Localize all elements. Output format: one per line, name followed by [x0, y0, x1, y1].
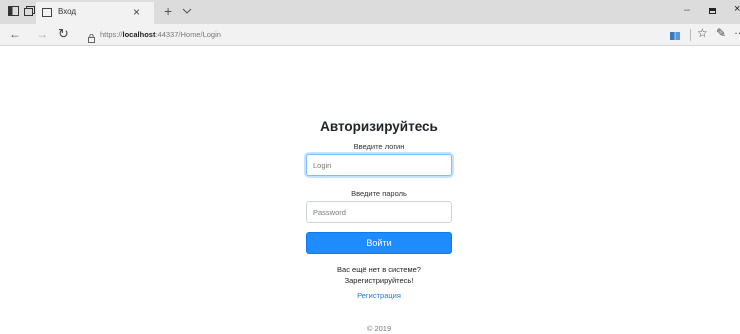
tab-title: Вход: [58, 7, 77, 16]
close-window-icon[interactable]: ×: [734, 3, 740, 15]
register-prompt-line2: Зарегистрируйтесь!: [344, 276, 414, 285]
notes-icon[interactable]: ✎: [716, 26, 726, 40]
url-path: :44337/Home/Login: [155, 30, 221, 39]
reading-view-icon[interactable]: [669, 29, 681, 41]
page-favicon-icon: [42, 8, 52, 17]
reload-icon[interactable]: ↻: [58, 26, 69, 42]
toolbar-divider: [690, 29, 691, 41]
new-tab-icon[interactable]: +: [164, 3, 172, 19]
login-input[interactable]: [306, 154, 452, 176]
tab-active[interactable]: Вход ×: [36, 2, 154, 24]
footer-copyright: © 2019: [366, 324, 392, 333]
login-label: Введите логин: [353, 142, 405, 151]
back-icon[interactable]: ←: [9, 27, 21, 41]
password-input[interactable]: [306, 201, 452, 223]
password-label: Введите пароль: [351, 189, 407, 198]
lock-icon[interactable]: [88, 30, 95, 43]
url-host: localhost: [122, 30, 156, 39]
login-form: Авторизируйтесь Введите логин Введите па…: [306, 118, 452, 333]
forward-icon[interactable]: →: [36, 27, 48, 41]
url-field[interactable]: https://localhost:44337/Home/Login: [100, 30, 221, 39]
login-button[interactable]: Войти: [306, 232, 452, 254]
tab-list-icon[interactable]: [182, 4, 192, 16]
tab-bar: Вход × + – ×: [0, 0, 740, 24]
page-title: Авторизируйтесь: [320, 119, 438, 134]
register-link[interactable]: Регистрация: [306, 291, 452, 300]
tab-aside-icon[interactable]: [24, 6, 35, 16]
minimize-icon[interactable]: –: [684, 4, 690, 16]
address-bar: ← → ↻ https://localhost:44337/Home/Login…: [0, 24, 740, 46]
favorites-icon[interactable]: ☆: [697, 26, 708, 40]
close-icon[interactable]: ×: [133, 5, 140, 19]
maximize-icon[interactable]: [709, 8, 716, 14]
tab-actions-icon[interactable]: [8, 6, 19, 16]
more-icon[interactable]: …: [734, 25, 740, 37]
url-scheme: https://: [100, 30, 123, 39]
register-prompt-line1: Вас ещё нет в системе?: [337, 265, 421, 274]
